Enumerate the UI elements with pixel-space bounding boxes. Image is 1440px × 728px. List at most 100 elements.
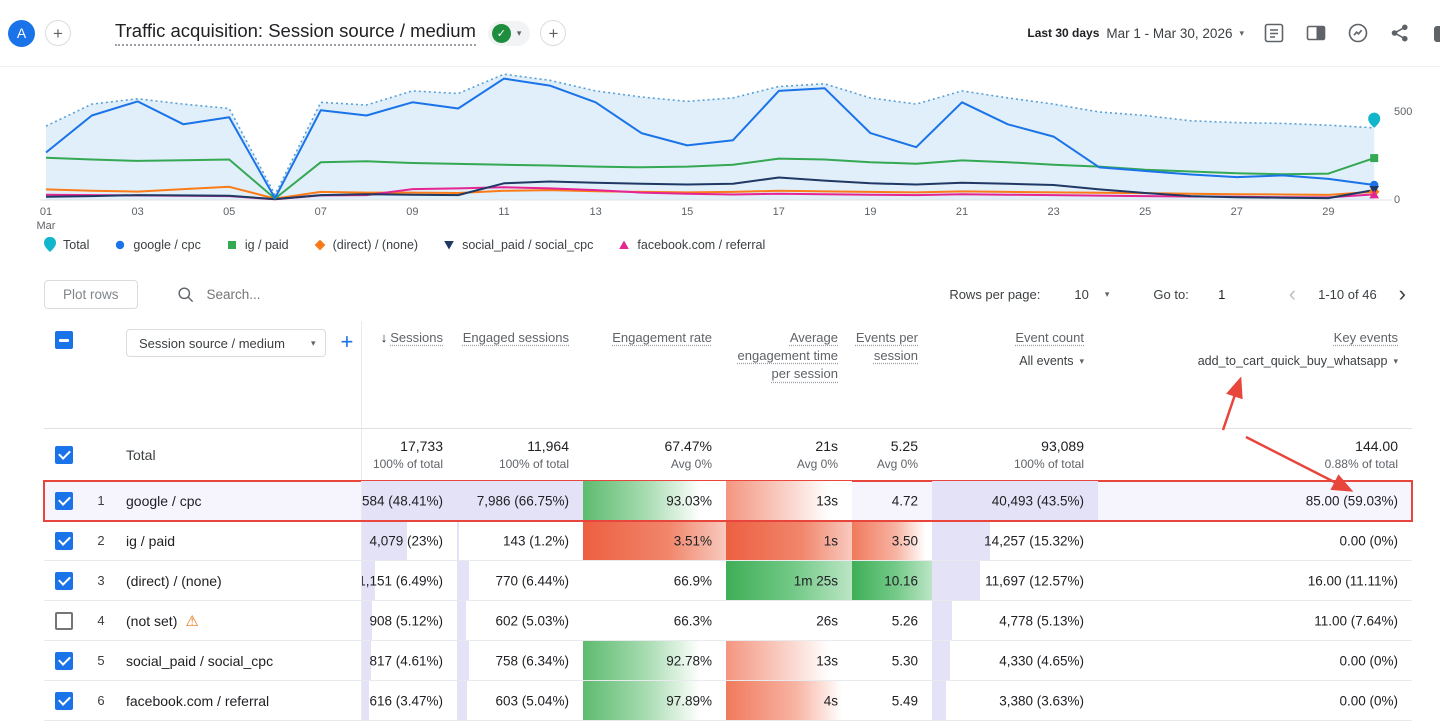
insights-icon[interactable] bbox=[1346, 21, 1370, 45]
legend-item[interactable]: Total bbox=[43, 237, 89, 253]
add-dimension-button[interactable]: + bbox=[340, 329, 353, 355]
report-title[interactable]: Traffic acquisition: Session source / me… bbox=[115, 20, 476, 46]
legend-item[interactable]: (direct) / (none) bbox=[313, 237, 418, 253]
row-checkbox[interactable] bbox=[55, 652, 73, 670]
column-header-events-per-session[interactable]: Events per session bbox=[852, 321, 932, 428]
chevron-down-icon: ▾ bbox=[311, 338, 316, 349]
sessions-cell: 817 (4.61%) bbox=[362, 641, 457, 680]
table-row-5[interactable]: 5social_paid / social_cpc817 (4.61%)758 … bbox=[44, 641, 1412, 681]
compare-icon[interactable] bbox=[1304, 21, 1328, 45]
row-checkbox-cell bbox=[44, 601, 84, 640]
legend-item[interactable]: facebook.com / referral bbox=[617, 237, 765, 253]
key-events-cell: 16.00 (11.11%) bbox=[1098, 561, 1412, 600]
row-checkbox[interactable] bbox=[55, 532, 73, 550]
x-axis-label: 05 bbox=[223, 205, 235, 219]
row-checkbox[interactable] bbox=[55, 612, 73, 630]
totals-label: Total bbox=[126, 447, 156, 463]
series-end-marker bbox=[1370, 154, 1378, 162]
prev-page-icon[interactable]: ‹ bbox=[1283, 283, 1302, 305]
row-checkbox-cell bbox=[44, 521, 84, 560]
total-sessions: 17,733100% of total bbox=[362, 429, 457, 480]
row-dimension-value: facebook.com / referral bbox=[118, 681, 362, 720]
total-events-per-session: 5.25Avg 0% bbox=[852, 429, 932, 480]
table-row-4[interactable]: 4(not set)⚠908 (5.12%)602 (5.03%)66.3%26… bbox=[44, 601, 1412, 641]
engaged-sessions-cell: 602 (5.03%) bbox=[457, 601, 583, 640]
avatar[interactable]: A bbox=[8, 20, 35, 47]
row-dimension-value: (not set)⚠ bbox=[118, 601, 362, 640]
column-header-key-events[interactable]: Key events add_to_cart_quick_buy_whatsap… bbox=[1098, 321, 1412, 428]
legend-marker-icon bbox=[225, 237, 239, 253]
search-input[interactable] bbox=[207, 287, 427, 302]
add-comparison-button[interactable]: + bbox=[45, 20, 71, 46]
legend-marker-icon bbox=[617, 237, 631, 253]
events-per-session-cell: 5.49 bbox=[852, 681, 932, 720]
sort-desc-icon: ↓ bbox=[381, 330, 388, 345]
chevron-down-icon: ▾ bbox=[1393, 356, 1398, 367]
event-count-cell: 4,330 (4.65%) bbox=[932, 641, 1098, 680]
sessions-cell: 616 (3.47%) bbox=[362, 681, 457, 720]
table-body: 1google / cpc8,584 (48.41%)7,986 (66.75%… bbox=[44, 481, 1412, 721]
add-button[interactable]: + bbox=[540, 20, 566, 46]
plot-rows-button[interactable]: Plot rows bbox=[44, 280, 138, 309]
key-events-cell: 0.00 (0%) bbox=[1098, 681, 1412, 720]
legend-label: Total bbox=[63, 238, 89, 252]
notes-icon[interactable] bbox=[1262, 21, 1286, 45]
column-header-avg-engagement-time[interactable]: Average engagement time per session bbox=[726, 321, 852, 428]
legend-item[interactable]: social_paid / social_cpc bbox=[442, 237, 593, 253]
next-page-icon[interactable]: › bbox=[1393, 283, 1412, 305]
report-status-badge[interactable]: ✓ ▾ bbox=[488, 21, 531, 46]
row-index: 5 bbox=[84, 641, 118, 680]
go-to-input[interactable] bbox=[1205, 287, 1239, 302]
share-icon[interactable] bbox=[1388, 21, 1412, 45]
rows-per-page-value[interactable]: 10 bbox=[1074, 287, 1088, 302]
row-dimension-value: social_paid / social_cpc bbox=[118, 641, 362, 680]
avg-engagement-time-cell: 4s bbox=[726, 681, 852, 720]
table-search[interactable] bbox=[176, 285, 427, 304]
acquisition-table: Session source / medium ▾ + ↓Sessions En… bbox=[44, 321, 1412, 721]
x-axis-label: 01Mar bbox=[37, 205, 56, 234]
legend-label: (direct) / (none) bbox=[333, 238, 418, 252]
column-header-sessions[interactable]: ↓Sessions bbox=[362, 321, 457, 428]
legend-label: facebook.com / referral bbox=[637, 238, 765, 252]
x-axis-label: 21 bbox=[956, 205, 968, 219]
table-row-2[interactable]: 2ig / paid4,079 (23%)143 (1.2%)3.51%1s3.… bbox=[44, 521, 1412, 561]
chevron-down-icon[interactable]: ▾ bbox=[1105, 289, 1110, 300]
table-row-3[interactable]: 3(direct) / (none)1,151 (6.49%)770 (6.44… bbox=[44, 561, 1412, 601]
column-header-engagement-rate[interactable]: Engagement rate bbox=[583, 321, 726, 428]
engaged-sessions-cell: 143 (1.2%) bbox=[457, 521, 583, 560]
date-range-selector[interactable]: Last 30 days Mar 1 - Mar 30, 2026 ▾ bbox=[1027, 26, 1244, 41]
legend-item[interactable]: ig / paid bbox=[225, 237, 289, 253]
legend-item[interactable]: google / cpc bbox=[113, 237, 200, 253]
key-events-filter[interactable]: add_to_cart_quick_buy_whatsapp▾ bbox=[1198, 354, 1398, 368]
table-row-6[interactable]: 6facebook.com / referral616 (3.47%)603 (… bbox=[44, 681, 1412, 721]
engaged-sessions-cell: 7,986 (66.75%) bbox=[457, 481, 583, 520]
dimension-selector[interactable]: Session source / medium ▾ bbox=[126, 329, 326, 357]
table-row-1[interactable]: 1google / cpc8,584 (48.41%)7,986 (66.75%… bbox=[44, 481, 1412, 521]
total-engagement-rate: 67.47%Avg 0% bbox=[583, 429, 726, 480]
x-axis-label: 19 bbox=[864, 205, 876, 219]
series-end-marker bbox=[1368, 113, 1380, 128]
avg-engagement-time-cell: 1m 25s bbox=[726, 561, 852, 600]
x-axis-label: 03 bbox=[131, 205, 143, 219]
totals-checkbox[interactable] bbox=[55, 446, 73, 464]
column-header-event-count[interactable]: Event count All events▾ bbox=[932, 321, 1098, 428]
cell-bar bbox=[457, 681, 467, 720]
x-axis-label: 27 bbox=[1231, 205, 1243, 219]
x-axis-label: 09 bbox=[406, 205, 418, 219]
chevron-down-icon: ▾ bbox=[1079, 356, 1084, 367]
event-count-filter[interactable]: All events▾ bbox=[1019, 354, 1084, 368]
avg-engagement-time-cell: 13s bbox=[726, 481, 852, 520]
engagement-rate-cell: 97.89% bbox=[583, 681, 726, 720]
row-dimension-value: google / cpc bbox=[118, 481, 362, 520]
event-count-cell: 4,778 (5.13%) bbox=[932, 601, 1098, 640]
row-checkbox[interactable] bbox=[55, 572, 73, 590]
table-controls: Plot rows Rows per page: 10 ▾ Go to: ‹ 1… bbox=[44, 277, 1412, 311]
legend-marker-icon bbox=[113, 237, 127, 253]
row-checkbox[interactable] bbox=[55, 492, 73, 510]
select-all-checkbox[interactable] bbox=[55, 331, 73, 349]
legend-marker-icon bbox=[313, 237, 327, 253]
column-header-engaged-sessions[interactable]: Engaged sessions bbox=[457, 321, 583, 428]
cutoff-icon bbox=[1434, 26, 1440, 42]
row-checkbox[interactable] bbox=[55, 692, 73, 710]
date-range-value: Mar 1 - Mar 30, 2026 bbox=[1106, 26, 1232, 41]
